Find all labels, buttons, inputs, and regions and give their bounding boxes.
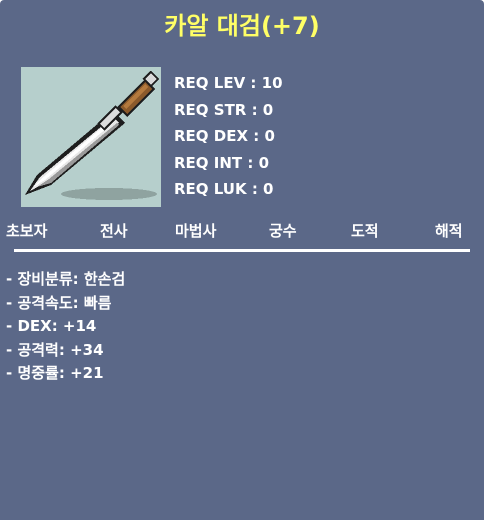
- req-dex: REQ DEX : 0: [174, 127, 275, 145]
- req-int: REQ INT : 0: [174, 153, 270, 172]
- stat-accuracy: - 명중률: +21: [6, 364, 104, 382]
- stat-category: - 장비분류: 한손검: [6, 270, 126, 288]
- job-magician: 마법사: [175, 222, 217, 240]
- req-str: REQ STR : 0: [174, 100, 274, 119]
- job-thief: 도적: [351, 222, 379, 240]
- stat-attack-speed: - 공격속도: 빠름: [6, 293, 112, 312]
- req-level: REQ LEV : 10: [174, 74, 283, 92]
- job-bowman: 궁수: [269, 222, 297, 240]
- stat-attack: - 공격력: +34: [6, 340, 104, 359]
- job-warrior: 전사: [100, 222, 128, 240]
- stat-dex: - DEX: +14: [6, 317, 97, 335]
- job-beginner: 초보자: [6, 222, 48, 240]
- job-pirate: 해적: [435, 222, 463, 240]
- stats-list: - 장비분류: 한손검 - 공격속도: 빠름 - DEX: +14 - 공격력:…: [6, 268, 125, 386]
- item-icon-frame: [21, 67, 161, 207]
- divider: [14, 249, 470, 252]
- requirements-list: REQ LEV : 10 REQ STR : 0 REQ DEX : 0 REQ…: [174, 70, 283, 203]
- req-luk: REQ LUK : 0: [174, 180, 274, 198]
- dagger-icon: [25, 70, 160, 200]
- job-list: 초보자 전사 마법사 궁수 도적 해적: [0, 220, 484, 242]
- item-name: 카알 대검(+7): [164, 12, 320, 40]
- item-tooltip: 카알 대검(+7) REQ LEV : 10 REQ STR: 0 REQ D…: [0, 0, 484, 520]
